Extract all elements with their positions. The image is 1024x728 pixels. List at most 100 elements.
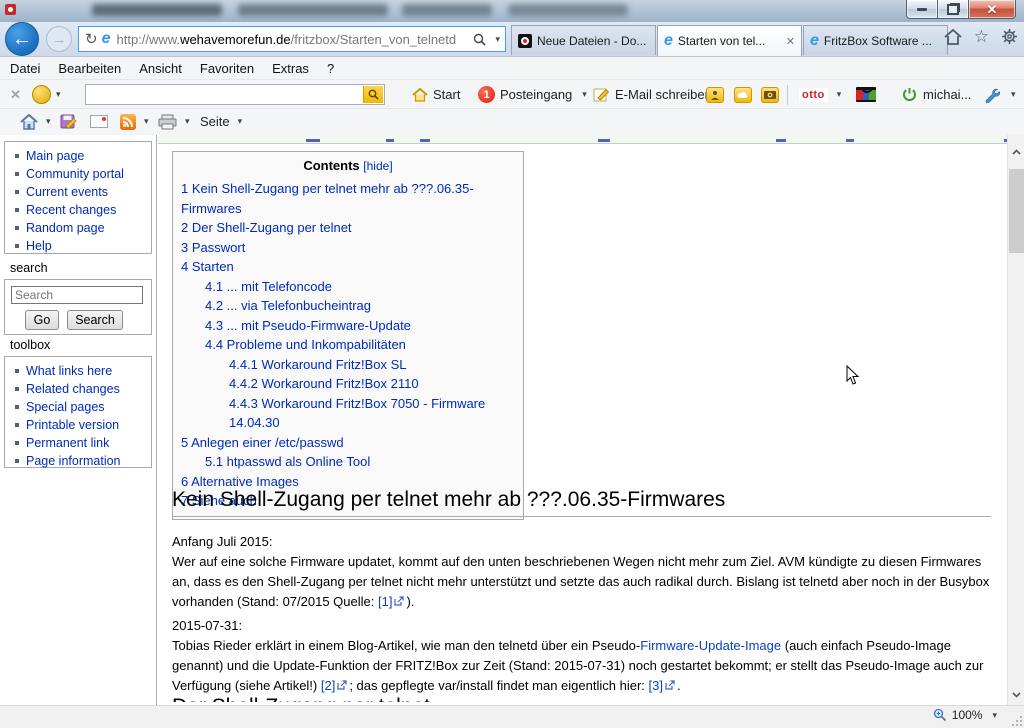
otto-button[interactable]: otto ▾: [799, 80, 846, 109]
toolbar-compose-button[interactable]: E-Mail schreiben: [593, 80, 712, 109]
toc-item[interactable]: 4.2 ... via Telefonbucheintrag: [181, 296, 515, 316]
scroll-up-icon[interactable]: [1008, 143, 1024, 160]
toolbar-search-button[interactable]: [363, 86, 383, 103]
wiki-link-firmware-update-image[interactable]: Firmware-Update-Image: [640, 638, 781, 653]
tab-close-icon[interactable]: ✕: [786, 35, 795, 48]
shopping-bag-icon[interactable]: [856, 80, 876, 109]
forward-button[interactable]: →: [46, 26, 72, 52]
sidebar-link[interactable]: Current events: [26, 185, 108, 199]
reference-link[interactable]: [1]: [378, 594, 392, 609]
chevron-down-icon[interactable]: ▾: [46, 116, 51, 127]
minimize-button[interactable]: [906, 0, 938, 19]
toolbar-close-icon[interactable]: ✕: [10, 80, 21, 109]
menu-favoriten[interactable]: Favoriten: [200, 59, 264, 78]
sidebar-item-recent-changes[interactable]: Recent changes: [15, 201, 151, 219]
cloud-icon[interactable]: [734, 80, 752, 109]
close-button[interactable]: ✕: [968, 0, 1016, 19]
sidebar-item-special-pages[interactable]: Special pages: [15, 398, 151, 416]
toolbar-start-button[interactable]: Start: [412, 80, 460, 109]
sidebar-item-help[interactable]: Help: [15, 237, 151, 255]
toc-item[interactable]: 4.1 ... mit Telefoncode: [181, 277, 515, 297]
toc-item[interactable]: 5.1 htpasswd als Online Tool: [181, 452, 515, 472]
toc-item[interactable]: 1 Kein Shell-Zugang per telnet mehr ab ?…: [181, 179, 515, 218]
toolbar-search-input[interactable]: [85, 84, 385, 105]
sidebar-item-related-changes[interactable]: Related changes: [15, 380, 151, 398]
toolbar-settings-button[interactable]: ▾: [984, 80, 1021, 109]
toc-item[interactable]: 4 Starten: [181, 257, 515, 277]
chevron-down-icon[interactable]: ▾: [185, 116, 190, 127]
refresh-icon[interactable]: ↻: [85, 30, 98, 48]
reference-link[interactable]: [2]: [321, 678, 335, 693]
chevron-down-icon[interactable]: ▾: [56, 89, 61, 100]
menu-datei[interactable]: Datei: [10, 59, 50, 78]
address-dropdown-icon[interactable]: ▾: [495, 34, 500, 45]
sidebar-link[interactable]: Special pages: [26, 400, 105, 414]
back-button[interactable]: ←: [5, 22, 39, 56]
zoom-control[interactable]: 100% ▾: [933, 708, 1002, 722]
toc-item[interactable]: 4.4.1 Workaround Fritz!Box SL: [181, 355, 515, 375]
chevron-down-icon[interactable]: ▾: [144, 116, 149, 127]
toc-item[interactable]: 4.4 Probleme und Inkompabilitäten: [181, 335, 515, 355]
page-menu-button[interactable]: Seite ▾: [200, 109, 247, 134]
sidebar-item-printable-version[interactable]: Printable version: [15, 416, 151, 434]
tab-starten-von-telnetd-active[interactable]: e Starten von tel... ✕: [657, 25, 802, 56]
chevron-down-icon[interactable]: ▾: [1011, 89, 1016, 100]
menu-hilfe[interactable]: ?: [327, 59, 344, 78]
tab-neue-dateien[interactable]: Neue Dateien - Do...: [511, 25, 656, 55]
sidebar-item-page-information[interactable]: Page information: [15, 452, 151, 470]
url-text[interactable]: http://www.wehavemorefun.de/fritzbox/Sta…: [116, 32, 473, 47]
settings-gear-icon[interactable]: [1001, 28, 1018, 45]
menu-ansicht[interactable]: Ansicht: [139, 59, 192, 78]
sidebar-link[interactable]: Related changes: [26, 382, 120, 396]
print-button[interactable]: ▾: [158, 109, 195, 134]
menu-extras[interactable]: Extras: [272, 59, 319, 78]
toc-hide-link[interactable]: [hide]: [363, 159, 392, 173]
sidebar-link[interactable]: Help: [26, 239, 52, 253]
toc-item[interactable]: 5 Anlegen einer /etc/passwd: [181, 433, 515, 453]
sidebar-item-current-events[interactable]: Current events: [15, 183, 151, 201]
toc-item[interactable]: 4.3 ... mit Pseudo-Firmware-Update: [181, 316, 515, 336]
toc-item[interactable]: 4.4.3 Workaround Fritz!Box 7050 - Firmwa…: [181, 394, 515, 433]
save-button[interactable]: [60, 109, 77, 134]
sidebar-item-random-page[interactable]: Random page: [15, 219, 151, 237]
restore-button[interactable]: [938, 0, 968, 19]
sidebar-item-main-page[interactable]: Main page: [15, 147, 151, 165]
sidebar-item-what-links-here[interactable]: What links here: [15, 362, 151, 380]
sidebar-item-community-portal[interactable]: Community portal: [15, 165, 151, 183]
sidebar-item-permanent-link[interactable]: Permanent link: [15, 434, 151, 452]
sidebar-link[interactable]: Page information: [26, 454, 121, 468]
wiki-search-input[interactable]: [11, 286, 143, 304]
sidebar-link[interactable]: Main page: [26, 149, 84, 163]
sidebar-link[interactable]: Permanent link: [26, 436, 109, 450]
toc-item[interactable]: 2 Der Shell-Zugang per telnet: [181, 218, 515, 238]
sidebar-link[interactable]: What links here: [26, 364, 112, 378]
favorites-star-icon[interactable]: ☆: [974, 28, 989, 45]
account-button[interactable]: michai...: [902, 80, 971, 109]
address-bar[interactable]: ↻ e http://www.wehavemorefun.de/fritzbox…: [78, 26, 506, 52]
scrollbar-thumb[interactable]: [1009, 169, 1024, 253]
read-mail-button[interactable]: [90, 109, 108, 134]
resize-grip[interactable]: [1010, 714, 1022, 726]
chevron-down-icon[interactable]: ▾: [582, 89, 587, 100]
scroll-down-icon[interactable]: [1008, 686, 1024, 703]
toc-item[interactable]: 4.4.2 Workaround Fritz!Box 2110: [181, 374, 515, 394]
toolbar-inbox-button[interactable]: 1 Posteingang ▾: [478, 80, 592, 109]
sidebar-link[interactable]: Community portal: [26, 167, 124, 181]
webde-logo-icon[interactable]: ▾: [32, 80, 66, 109]
home-page-button[interactable]: ▾: [20, 109, 56, 134]
sidebar-link[interactable]: Recent changes: [26, 203, 116, 217]
vertical-scrollbar[interactable]: [1007, 135, 1024, 705]
camera-icon[interactable]: [761, 80, 779, 109]
home-icon[interactable]: [944, 29, 962, 45]
reference-link[interactable]: [3]: [649, 678, 663, 693]
search-button[interactable]: Search: [67, 310, 123, 330]
title-bar[interactable]: ✕: [0, 0, 1024, 22]
toc-item[interactable]: 3 Passwort: [181, 238, 515, 258]
sidebar-link[interactable]: Printable version: [26, 418, 119, 432]
search-icon[interactable]: [473, 33, 486, 46]
go-button[interactable]: Go: [25, 310, 59, 330]
sidebar-link[interactable]: Random page: [26, 221, 105, 235]
chevron-down-icon[interactable]: ▾: [837, 89, 842, 100]
zoom-dropdown-icon[interactable]: ▾: [992, 710, 997, 721]
contacts-icon[interactable]: [706, 80, 724, 109]
